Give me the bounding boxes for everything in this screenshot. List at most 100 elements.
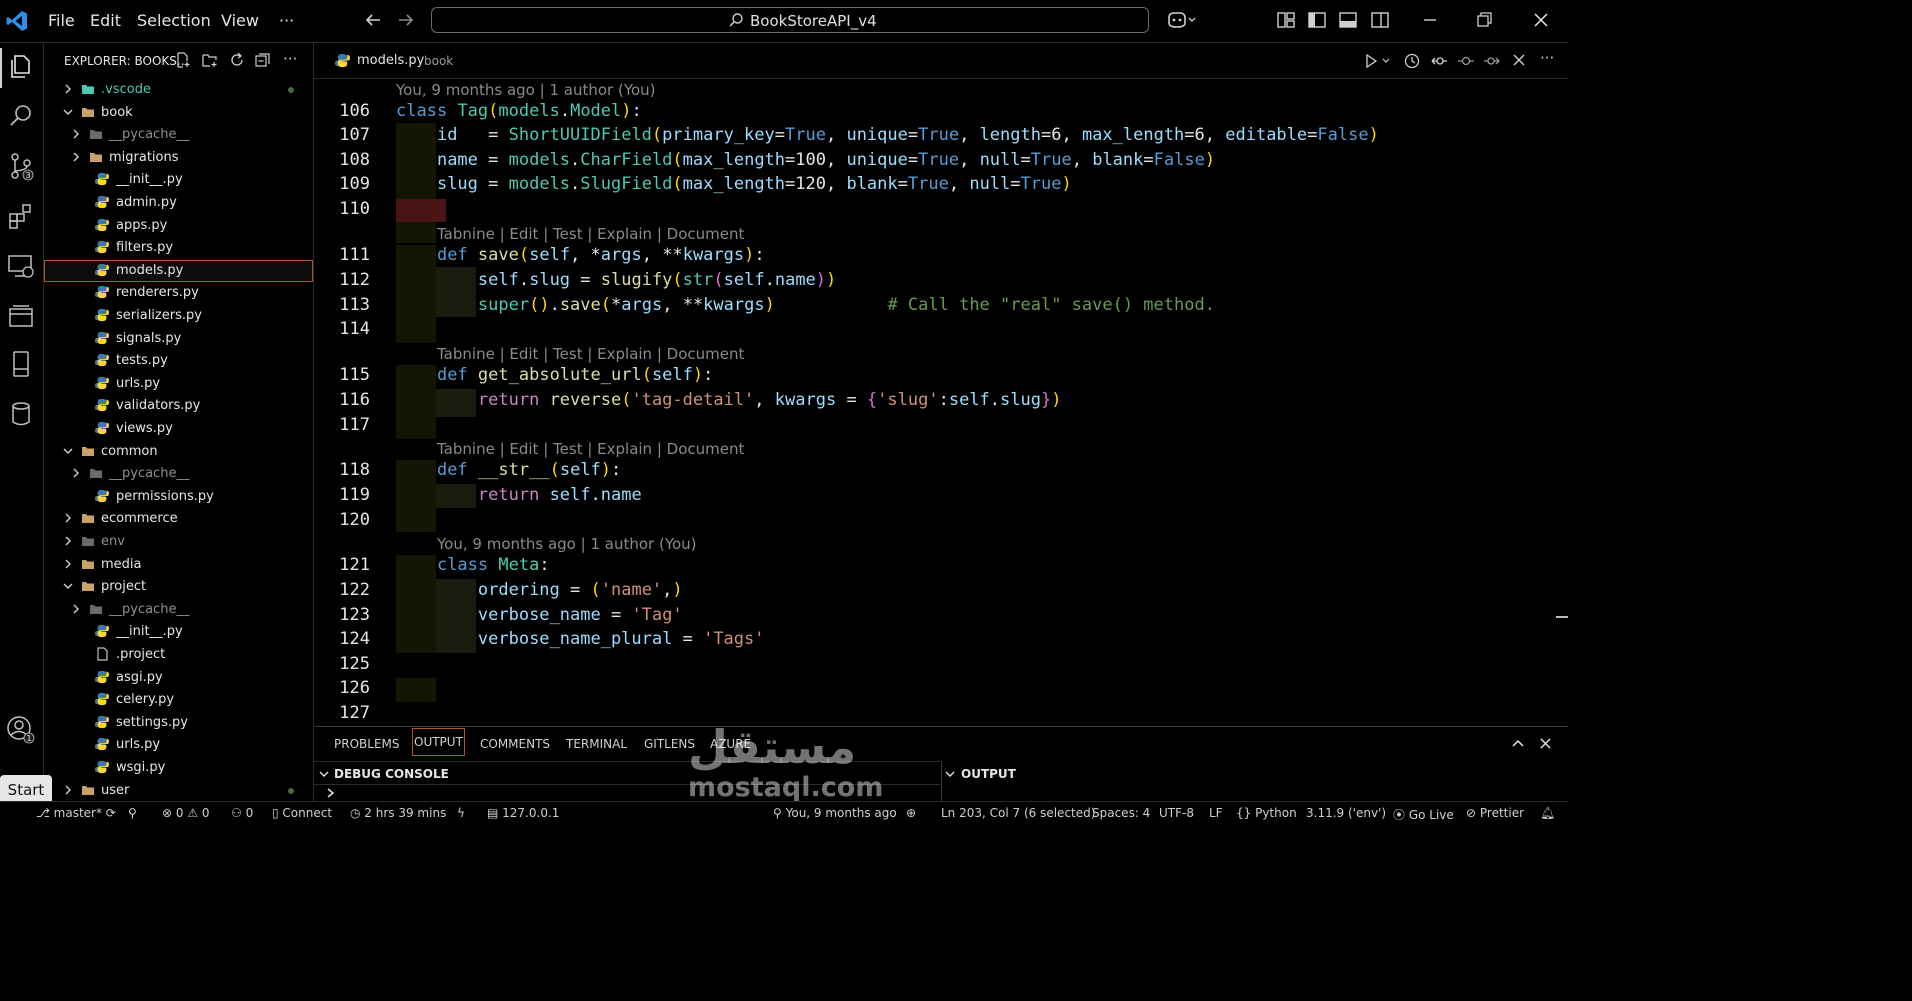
- chevron-right-icon[interactable]: [62, 558, 74, 570]
- chevron-right-icon[interactable]: [70, 603, 82, 615]
- menu-more[interactable]: ···: [279, 11, 294, 30]
- copilot-icon[interactable]: [1166, 10, 1198, 30]
- tree-item[interactable]: __pycache__: [44, 463, 313, 485]
- menu-file[interactable]: File: [48, 11, 75, 30]
- status-blame[interactable]: ⚲ You, 9 months ago: [773, 806, 897, 820]
- tree-item[interactable]: celery.py: [44, 689, 313, 711]
- tree-item[interactable]: serializers.py: [44, 305, 313, 327]
- zoom-icon[interactable]: ⊕: [906, 806, 916, 820]
- tree-item[interactable]: wsgi.py: [44, 757, 313, 779]
- tree-item[interactable]: media: [44, 554, 313, 576]
- status-prettier[interactable]: ⊘ Prettier: [1466, 806, 1524, 820]
- database-icon[interactable]: [6, 399, 36, 429]
- tab-terminal[interactable]: TERMINAL: [566, 737, 627, 751]
- tree-item[interactable]: asgi.py: [44, 667, 313, 689]
- device-icon[interactable]: [6, 349, 36, 379]
- close-window-icon[interactable]: [1531, 10, 1551, 30]
- editor-scrollbar[interactable]: [1556, 616, 1568, 618]
- containers-icon[interactable]: [6, 301, 36, 331]
- git-blame-meta[interactable]: You, 9 months ago | 1 author (You): [437, 535, 697, 553]
- git-blame-annotation[interactable]: You, 9 months ago | 1 author (You): [396, 81, 656, 99]
- run-icon[interactable]: [1364, 53, 1392, 69]
- close-editor-icon[interactable]: [1512, 53, 1526, 67]
- explorer-files-icon[interactable]: [6, 51, 36, 81]
- codelens-get-absolute-url[interactable]: Tabnine | Edit | Test | Explain | Docume…: [437, 345, 744, 363]
- tree-item[interactable]: urls.py: [44, 373, 313, 395]
- tree-item[interactable]: permissions.py: [44, 486, 313, 508]
- tree-item[interactable]: tests.py: [44, 350, 313, 372]
- command-center-search[interactable]: BookStoreAPI_v4: [431, 7, 1149, 33]
- chevron-right-icon[interactable]: [62, 784, 74, 796]
- panel-divider[interactable]: [941, 761, 942, 802]
- status-encoding[interactable]: UTF-8: [1159, 806, 1194, 820]
- tree-item[interactable]: admin.py: [44, 192, 313, 214]
- chevron-down-icon[interactable]: [62, 445, 74, 457]
- tree-item[interactable]: settings.py: [44, 712, 313, 734]
- source-control-icon[interactable]: 3: [6, 151, 36, 181]
- chevron-down-icon[interactable]: [944, 768, 956, 780]
- chevron-right-icon[interactable]: [62, 535, 74, 547]
- restore-icon[interactable]: [1474, 10, 1494, 30]
- chevron-right-icon[interactable]: [70, 128, 82, 140]
- codelens-save[interactable]: Tabnine | Edit | Test | Explain | Docume…: [437, 225, 744, 243]
- git-previous-icon[interactable]: [1430, 52, 1448, 70]
- tree-item[interactable]: user: [44, 780, 313, 802]
- search-icon[interactable]: [6, 101, 36, 131]
- tab-output[interactable]: OUTPUT: [412, 728, 465, 756]
- tree-item[interactable]: apps.py: [44, 215, 313, 237]
- menu-edit[interactable]: Edit: [90, 11, 121, 30]
- status-gitlens[interactable]: ⚲: [128, 806, 137, 820]
- tree-item[interactable]: renderers.py: [44, 282, 313, 304]
- notifications-icon[interactable]: 🔔︎: [1540, 806, 1555, 820]
- tree-item[interactable]: signals.py: [44, 328, 313, 350]
- code-editor[interactable]: 106 107 108 109 110 111 112 113 114 115 116 117 118 1…: [314, 79, 1568, 725]
- menu-selection[interactable]: Selection: [137, 11, 211, 30]
- status-problems[interactable]: ⊗ 0 ⚠ 0: [162, 806, 210, 820]
- toggle-sidebar-icon[interactable]: [1307, 10, 1327, 30]
- tree-item[interactable]: __pycache__: [44, 124, 313, 146]
- status-timer[interactable]: ◷ 2 hrs 39 mins: [350, 806, 446, 820]
- chevron-down-icon[interactable]: [62, 580, 74, 592]
- chevron-right-icon[interactable]: [62, 83, 74, 95]
- back-arrow-icon[interactable]: [363, 10, 383, 30]
- status-position[interactable]: Ln 203, Col 7 (6 selected): [941, 806, 1095, 820]
- new-folder-icon[interactable]: [202, 52, 218, 68]
- chevron-down-icon[interactable]: [318, 768, 330, 780]
- status-lightning-icon[interactable]: ϟ: [457, 806, 465, 820]
- tree-item[interactable]: common: [44, 441, 313, 463]
- accounts-icon[interactable]: 1: [6, 715, 36, 745]
- tree-item[interactable]: .vscode: [44, 79, 313, 101]
- extensions-icon[interactable]: [6, 201, 36, 231]
- codelens-str[interactable]: Tabnine | Edit | Test | Explain | Docume…: [437, 440, 744, 458]
- status-golive[interactable]: ⦿ Go Live: [1393, 806, 1454, 823]
- timeline-icon[interactable]: [1403, 52, 1421, 70]
- minimize-icon[interactable]: [1420, 10, 1440, 30]
- tab-problems[interactable]: PROBLEMS: [334, 737, 400, 751]
- new-file-icon[interactable]: [175, 52, 191, 68]
- chevron-right-icon[interactable]: [70, 467, 82, 479]
- toggle-secondary-sidebar-icon[interactable]: [1370, 10, 1390, 30]
- tree-item[interactable]: migrations: [44, 147, 313, 169]
- status-connect[interactable]: ▯ Connect: [272, 806, 332, 820]
- tab-models-py[interactable]: models.py book: [314, 43, 464, 78]
- refresh-icon[interactable]: [229, 52, 245, 68]
- status-branch[interactable]: ⎇ master* ⟳: [36, 806, 116, 820]
- status-interpreter[interactable]: 3.11.9 ('env'): [1306, 806, 1386, 820]
- customize-layout-icon[interactable]: [1276, 10, 1296, 30]
- git-next-icon[interactable]: [1483, 52, 1501, 70]
- status-spaces[interactable]: Spaces: 4: [1092, 806, 1150, 820]
- tree-item[interactable]: __init__.py: [44, 169, 313, 191]
- tree-item[interactable]: .project: [44, 644, 313, 666]
- tree-item[interactable]: validators.py: [44, 395, 313, 417]
- close-panel-icon[interactable]: [1539, 737, 1552, 750]
- collapse-all-icon[interactable]: [255, 52, 271, 68]
- status-ports[interactable]: ⚇ 0: [231, 806, 253, 820]
- tree-item[interactable]: __pycache__: [44, 599, 313, 621]
- git-commit-icon[interactable]: [1457, 52, 1475, 70]
- toggle-panel-icon[interactable]: [1338, 10, 1358, 30]
- tree-item[interactable]: models.py: [44, 259, 313, 282]
- tree-item[interactable]: project: [44, 576, 313, 598]
- tab-comments[interactable]: COMMENTS: [480, 737, 550, 751]
- maximize-panel-icon[interactable]: [1511, 736, 1525, 750]
- chevron-right-icon[interactable]: [62, 512, 74, 524]
